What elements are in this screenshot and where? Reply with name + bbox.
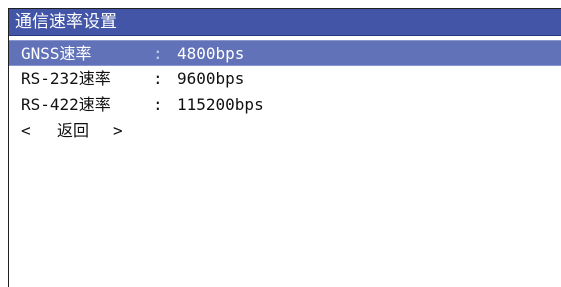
arrow-right-icon: > <box>113 121 123 140</box>
menu-list: GNSS速率:4800bps RS-232速率:9600bps RS-422速率… <box>9 40 561 144</box>
page-title: 通信速率设置 <box>9 9 561 36</box>
menu-item-label: RS-422速率 <box>21 95 111 114</box>
arrow-left-icon: < <box>21 121 31 140</box>
menu-item-rs232-rate[interactable]: RS-232速率:9600bps <box>9 66 561 92</box>
menu-item-separator: : <box>153 95 163 114</box>
back-button[interactable]: < 返回 > <box>9 118 561 144</box>
menu-item-label: RS-232速率 <box>21 69 111 88</box>
menu-item-separator: : <box>153 69 163 88</box>
menu-item-gnss-rate[interactable]: GNSS速率:4800bps <box>9 40 561 66</box>
back-label: 返回 <box>56 121 89 140</box>
menu-item-rs422-rate[interactable]: RS-422速率:115200bps <box>9 92 561 118</box>
menu-item-value: 9600bps <box>177 69 245 88</box>
menu-item-label: GNSS速率 <box>21 44 92 63</box>
menu-item-value: 115200bps <box>177 95 264 114</box>
menu-item-value: 4800bps <box>177 44 245 63</box>
menu-item-separator: : <box>153 44 163 63</box>
settings-panel: 通信速率设置 GNSS速率:4800bps RS-232速率:9600bps R… <box>8 8 561 287</box>
